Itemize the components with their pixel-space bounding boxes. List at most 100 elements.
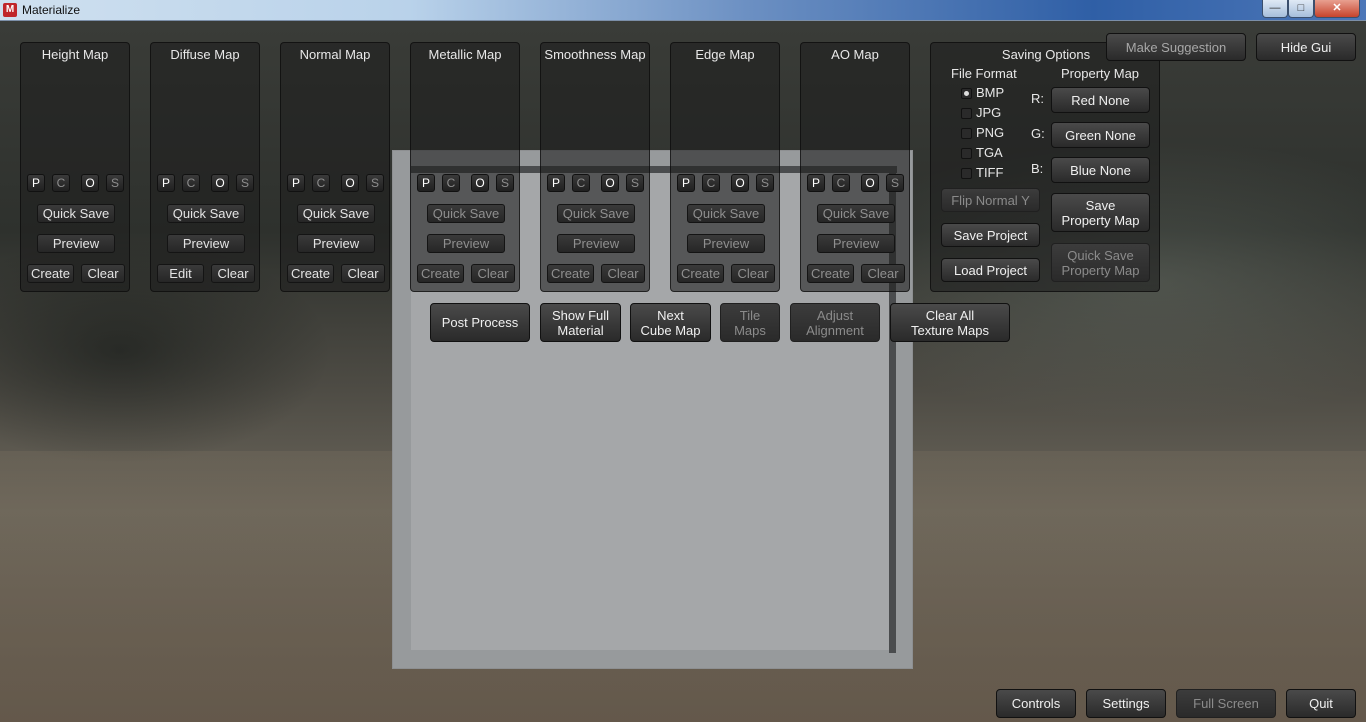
quick-save-button[interactable]: Quick Save [37, 204, 115, 223]
quick-save-button[interactable]: Quick Save [297, 204, 375, 223]
adjust-alignment-button[interactable]: Adjust Alignment [790, 303, 880, 342]
save-property-map-button[interactable]: Save Property Map [1051, 193, 1150, 232]
edit-button[interactable]: Edit [157, 264, 204, 283]
preview-button[interactable]: Preview [167, 234, 245, 253]
channel-toggles: PCOS [281, 174, 389, 194]
p-toggle[interactable]: P [417, 174, 435, 192]
controls-button[interactable]: Controls [996, 689, 1076, 718]
p-toggle[interactable]: P [157, 174, 175, 192]
close-button[interactable]: ✕ [1314, 0, 1360, 18]
tile-maps-button[interactable]: Tile Maps [720, 303, 780, 342]
maximize-button[interactable]: □ [1288, 0, 1314, 18]
panel-title: Normal Map [299, 47, 371, 62]
save-project-button[interactable]: Save Project [941, 223, 1040, 247]
create-button[interactable]: Create [27, 264, 74, 283]
clear-button[interactable]: Clear [861, 264, 905, 283]
c-toggle[interactable]: C [312, 174, 330, 192]
app-icon: M [3, 3, 17, 17]
radio-icon [961, 88, 972, 99]
quick-save-button[interactable]: Quick Save [167, 204, 245, 223]
p-toggle[interactable]: P [677, 174, 695, 192]
create-button[interactable]: Create [807, 264, 854, 283]
create-button[interactable]: Create [417, 264, 464, 283]
p-toggle[interactable]: P [27, 174, 45, 192]
clear-button[interactable]: Clear [731, 264, 775, 283]
create-button[interactable]: Create [677, 264, 724, 283]
quick-save-button[interactable]: Quick Save [817, 204, 895, 223]
c-toggle[interactable]: C [182, 174, 200, 192]
clear-button[interactable]: Clear [601, 264, 645, 283]
minimize-button[interactable]: — [1262, 0, 1288, 18]
channel-g-label: G: [1031, 126, 1045, 141]
c-toggle[interactable]: C [442, 174, 460, 192]
s-toggle[interactable]: S [886, 174, 904, 192]
preview-button[interactable]: Preview [297, 234, 375, 253]
panel-title: Metallic Map [428, 47, 502, 62]
format-label: PNG [976, 125, 1005, 140]
channel-toggles: PCOS [151, 174, 259, 194]
preview-button[interactable]: Preview [687, 234, 765, 253]
p-toggle[interactable]: P [547, 174, 565, 192]
c-toggle[interactable]: C [572, 174, 590, 192]
quick-save-button[interactable]: Quick Save [427, 204, 505, 223]
panel-title: AO Map [831, 47, 879, 62]
hide-gui-button[interactable]: Hide Gui [1256, 33, 1356, 61]
s-toggle[interactable]: S [106, 174, 124, 192]
c-toggle[interactable]: C [832, 174, 850, 192]
clear-button[interactable]: Clear [211, 264, 255, 283]
p-toggle[interactable]: P [287, 174, 305, 192]
channel-toggles: PCOS [801, 174, 909, 194]
post-process-button[interactable]: Post Process [430, 303, 530, 342]
clear-button[interactable]: Clear [341, 264, 385, 283]
full-screen-button[interactable]: Full Screen [1176, 689, 1276, 718]
settings-button[interactable]: Settings [1086, 689, 1166, 718]
ao-map-panel: AO Map P C O S Quick Save Preview Create Clear [800, 42, 910, 292]
channel-toggles: PCOS [671, 174, 779, 194]
s-toggle[interactable]: S [756, 174, 774, 192]
o-toggle[interactable]: O [341, 174, 359, 192]
show-full-material-button[interactable]: Show Full Material [540, 303, 621, 342]
c-toggle[interactable]: C [702, 174, 720, 192]
s-toggle[interactable]: S [496, 174, 514, 192]
diffuse-map-panel: Diffuse Map P C O S Quick Save Preview Edit Clea… [150, 42, 260, 292]
channel-b-label: B: [1031, 161, 1044, 176]
next-cube-map-button[interactable]: Next Cube Map [630, 303, 711, 342]
s-toggle[interactable]: S [236, 174, 254, 192]
o-toggle[interactable]: O [731, 174, 749, 192]
quit-button[interactable]: Quit [1286, 689, 1356, 718]
clear-button[interactable]: Clear [471, 264, 515, 283]
normal-map-panel: Normal Map P C O S Quick Save Preview Create Cle… [280, 42, 390, 292]
c-toggle[interactable]: C [52, 174, 70, 192]
quick-save-property-map-button[interactable]: Quick Save Property Map [1051, 243, 1150, 282]
o-toggle[interactable]: O [471, 174, 489, 192]
s-toggle[interactable]: S [366, 174, 384, 192]
s-toggle[interactable]: S [626, 174, 644, 192]
create-button[interactable]: Create [287, 264, 334, 283]
preview-button[interactable]: Preview [37, 234, 115, 253]
flip-normal-y-button[interactable]: Flip Normal Y [941, 188, 1040, 212]
quick-save-button[interactable]: Quick Save [557, 204, 635, 223]
blue-channel-button[interactable]: Blue None [1051, 157, 1150, 183]
o-toggle[interactable]: O [861, 174, 879, 192]
load-project-button[interactable]: Load Project [941, 258, 1040, 282]
metallic-map-panel: Metallic Map P C O S Quick Save Preview Create C… [410, 42, 520, 292]
clear-all-texture-maps-button[interactable]: Clear All Texture Maps [890, 303, 1010, 342]
format-label: JPG [976, 105, 1002, 120]
p-toggle[interactable]: P [807, 174, 825, 192]
preview-button[interactable]: Preview [817, 234, 895, 253]
create-button[interactable]: Create [547, 264, 594, 283]
clear-button[interactable]: Clear [81, 264, 125, 283]
red-channel-button[interactable]: Red None [1051, 87, 1150, 113]
channel-toggles: PCOS [21, 174, 129, 194]
green-channel-button[interactable]: Green None [1051, 122, 1150, 148]
height-map-panel: Height Map P C O S Quick Save Preview Create Cle… [20, 42, 130, 292]
quick-save-button[interactable]: Quick Save [687, 204, 765, 223]
preview-button[interactable]: Preview [427, 234, 505, 253]
o-toggle[interactable]: O [601, 174, 619, 192]
o-toggle[interactable]: O [81, 174, 99, 192]
panel-title: Diffuse Map [170, 47, 240, 62]
o-toggle[interactable]: O [211, 174, 229, 192]
make-suggestion-button[interactable]: Make Suggestion [1106, 33, 1246, 61]
panel-title: Smoothness Map [544, 47, 646, 62]
preview-button[interactable]: Preview [557, 234, 635, 253]
